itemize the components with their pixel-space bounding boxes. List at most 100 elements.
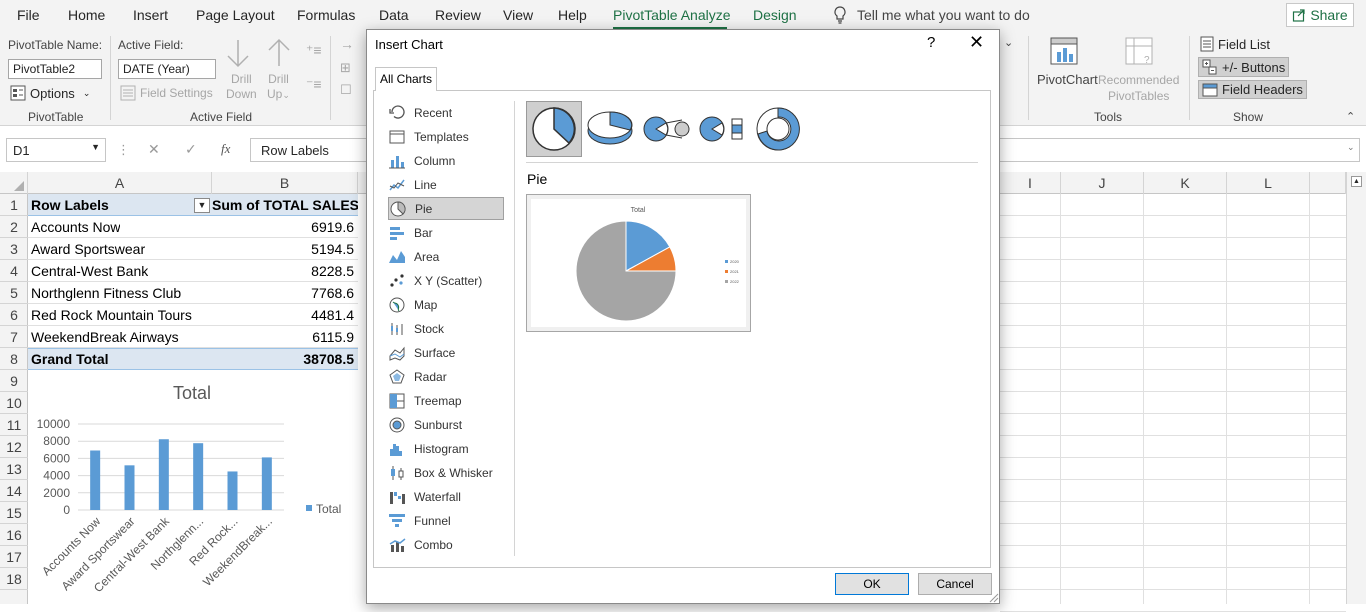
resize-grip-icon[interactable] — [987, 591, 999, 603]
chart-type-line[interactable]: Line — [388, 173, 504, 196]
share-button[interactable]: Share — [1286, 3, 1354, 27]
vertical-scrollbar[interactable]: ▲ — [1346, 172, 1366, 604]
column-header-k[interactable]: K — [1144, 172, 1227, 194]
subtype-pie[interactable] — [526, 101, 582, 157]
row-header-1[interactable]: 1 — [0, 194, 28, 216]
bar-chart-bar[interactable] — [90, 450, 101, 510]
tell-me-box[interactable]: Tell me what you want to do — [833, 6, 1030, 24]
chart-type-combo[interactable]: Combo — [388, 533, 504, 556]
expand-field-icon[interactable]: ⁺≡ — [306, 42, 322, 59]
chevron-down-icon[interactable]: ⌄ — [1004, 36, 1013, 49]
grand-total-value[interactable]: 38708.5 — [212, 348, 358, 370]
row-header-10[interactable]: 10 — [0, 392, 28, 414]
bar-chart-bar[interactable] — [193, 443, 204, 510]
row-header-16[interactable]: 16 — [0, 524, 28, 546]
filter-dropdown-icon[interactable]: ▼ — [194, 198, 210, 213]
chart-type-sunburst[interactable]: Sunburst — [388, 413, 504, 436]
close-button[interactable]: ✕ — [969, 32, 984, 53]
row-header-14[interactable]: 14 — [0, 480, 28, 502]
tab-design[interactable]: Design — [753, 7, 797, 23]
chart-type-funnel[interactable]: Funnel — [388, 509, 504, 532]
pivot-row-value[interactable]: 5194.5 — [212, 238, 358, 260]
recommended-pivottables-button[interactable]: Recommended PivotTables — [1098, 72, 1179, 104]
chart-type-stock[interactable]: Stock — [388, 317, 504, 340]
tab-page-layout[interactable]: Page Layout — [196, 7, 275, 23]
chart-type-surface[interactable]: Surface — [388, 341, 504, 364]
tab-view[interactable]: View — [503, 7, 533, 23]
chart-type-pie[interactable]: Pie — [388, 197, 504, 220]
row-header-6[interactable]: 6 — [0, 304, 28, 326]
select-all-corner[interactable] — [0, 172, 28, 194]
row-header-4[interactable]: 4 — [0, 260, 28, 282]
row-header-17[interactable]: 17 — [0, 546, 28, 568]
row-header-8[interactable]: 8 — [0, 348, 28, 370]
pivot-row-value[interactable]: 7768.6 — [212, 282, 358, 304]
column-header-j[interactable]: J — [1061, 172, 1144, 194]
pivot-row-label[interactable]: Award Sportswear — [31, 238, 145, 260]
tab-home[interactable]: Home — [68, 7, 105, 23]
tab-file[interactable]: File — [17, 7, 40, 23]
chart-type-x-y-scatter[interactable]: X Y (Scatter) — [388, 269, 504, 292]
pivot-bar-chart[interactable]: Total1000080006000400020000Accounts NowA… — [28, 372, 358, 604]
active-field-input[interactable]: DATE (Year) — [118, 59, 216, 79]
pivot-row-value[interactable]: 6115.9 — [212, 326, 358, 348]
chart-type-waterfall[interactable]: Waterfall — [388, 485, 504, 508]
name-box[interactable]: D1 ▼ — [6, 138, 106, 162]
row-header-9[interactable]: 9 — [0, 370, 28, 392]
row-header-11[interactable]: 11 — [0, 414, 28, 436]
chart-type-histogram[interactable]: Histogram — [388, 437, 504, 460]
insert-function-icon[interactable]: fx — [221, 141, 230, 157]
pivot-row-label[interactable]: Central-West Bank — [31, 260, 148, 282]
pivot-row-label[interactable]: Accounts Now — [31, 216, 120, 238]
help-button[interactable]: ? — [927, 34, 935, 51]
chart-type-recent[interactable]: Recent — [388, 101, 504, 124]
scroll-up-icon[interactable]: ▲ — [1351, 176, 1362, 187]
row-header-12[interactable]: 12 — [0, 436, 28, 458]
row-header-2[interactable]: 2 — [0, 216, 28, 238]
ok-button[interactable]: OK — [835, 573, 909, 595]
bar-chart-bar[interactable] — [158, 439, 169, 510]
column-header-b[interactable]: B — [212, 172, 358, 194]
chart-type-treemap[interactable]: Treemap — [388, 389, 504, 412]
row-header-5[interactable]: 5 — [0, 282, 28, 304]
chart-type-radar[interactable]: Radar — [388, 365, 504, 388]
grand-total-label[interactable]: Grand Total — [31, 348, 109, 370]
subtype-3d-pie[interactable] — [582, 101, 638, 157]
subtype-doughnut[interactable] — [750, 101, 806, 157]
group-icon[interactable]: ⊞ — [340, 60, 351, 76]
chart-preview[interactable]: Total 2020 2021 2022 — [526, 194, 751, 332]
field-list-button[interactable]: Field List — [1200, 36, 1270, 52]
chart-type-bar[interactable]: Bar — [388, 221, 504, 244]
pivot-row-value[interactable]: 6919.6 — [212, 216, 358, 238]
pivot-row-label[interactable]: Red Rock Mountain Tours — [31, 304, 192, 326]
chart-type-map[interactable]: Map — [388, 293, 504, 316]
pivot-header-sum[interactable]: Sum of TOTAL SALES — [212, 194, 358, 216]
subtype-pie-of-pie[interactable] — [638, 101, 694, 157]
column-header-i[interactable]: I — [1000, 172, 1061, 194]
bar-chart-bar[interactable] — [227, 471, 238, 510]
column-header-m[interactable] — [1310, 172, 1346, 194]
tab-formulas[interactable]: Formulas — [297, 7, 355, 23]
tab-all-charts[interactable]: All Charts — [375, 67, 437, 91]
chart-type-templates[interactable]: Templates — [388, 125, 504, 148]
chevron-down-icon[interactable]: ⌄ — [1347, 142, 1355, 153]
pivot-row-value[interactable]: 4481.4 — [212, 304, 358, 326]
pivot-header-row-labels[interactable]: Row Labels — [31, 194, 109, 216]
row-header-15[interactable]: 15 — [0, 502, 28, 524]
bar-chart-bar[interactable] — [261, 457, 272, 510]
tab-insert[interactable]: Insert — [133, 7, 168, 23]
drill-up-button[interactable]: Drill Up⌄ — [267, 72, 290, 103]
collapse-ribbon-icon[interactable]: ⌃ — [1346, 110, 1355, 123]
cancel-icon[interactable]: ✕ — [148, 141, 160, 158]
collapse-field-icon[interactable]: ⁻≡ — [306, 76, 322, 93]
chart-type-area[interactable]: Area — [388, 245, 504, 268]
group-arrow-icon[interactable]: → — [340, 36, 354, 52]
row-header-3[interactable]: 3 — [0, 238, 28, 260]
tab-data[interactable]: Data — [379, 7, 409, 23]
group-field-icon[interactable]: ☐ — [340, 82, 352, 98]
row-header-13[interactable]: 13 — [0, 458, 28, 480]
drill-down-button[interactable]: Drill Down — [226, 72, 257, 102]
enter-icon[interactable]: ✓ — [185, 141, 197, 158]
field-headers-toggle[interactable]: Field Headers — [1198, 80, 1307, 99]
pivot-row-label[interactable]: Northglenn Fitness Club — [31, 282, 181, 304]
